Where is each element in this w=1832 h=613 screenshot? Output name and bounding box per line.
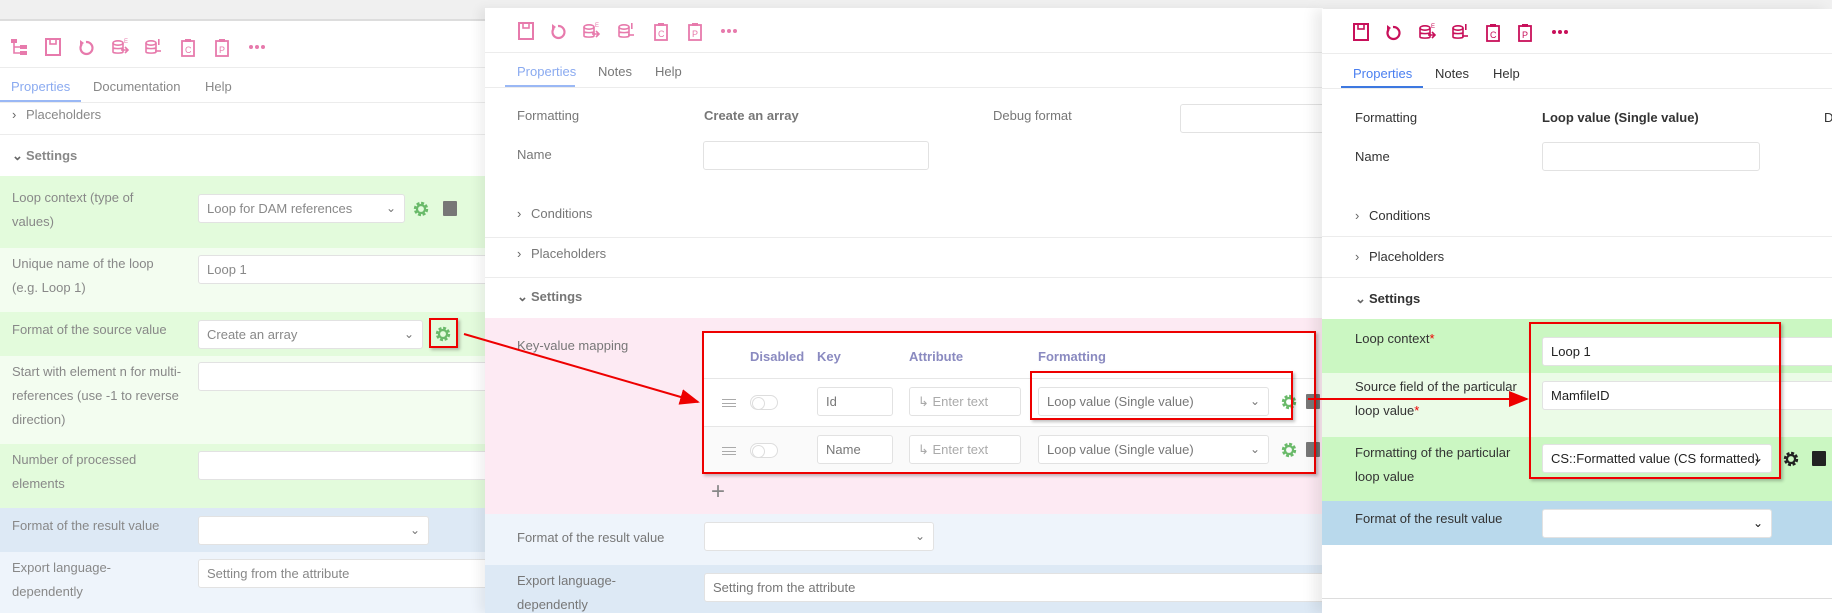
annotation-arrows	[463, 333, 1529, 407]
annotation-arrow	[463, 333, 700, 405]
